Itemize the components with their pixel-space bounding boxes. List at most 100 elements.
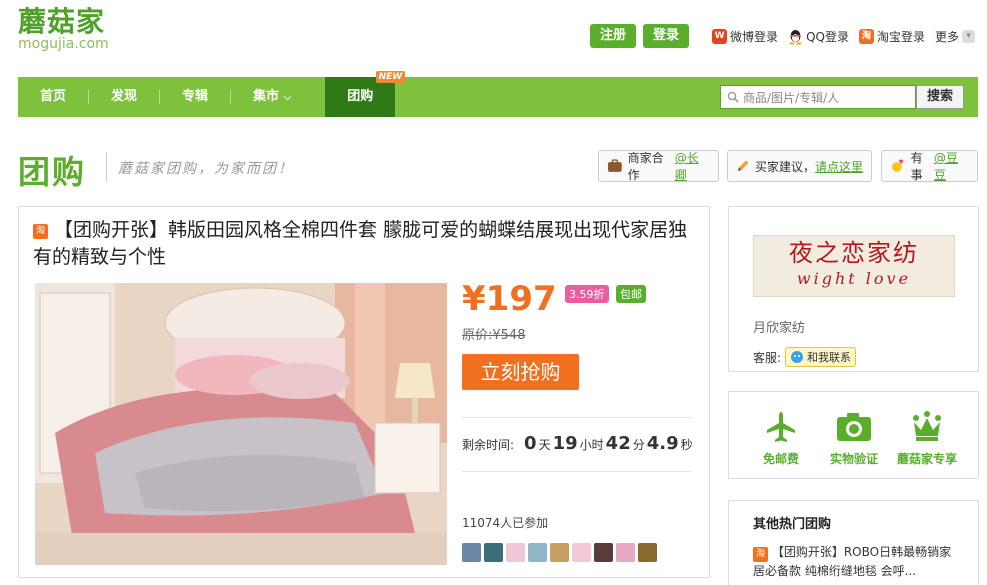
avatar[interactable] — [550, 543, 569, 562]
nav-item-groupbuy-label: 团购 — [347, 89, 374, 104]
heart-icon — [891, 159, 904, 172]
merchant-contact-link[interactable]: @长卿 — [675, 149, 710, 183]
countdown-hours: 19 — [552, 433, 578, 454]
contact-person-link[interactable]: @豆豆 — [934, 149, 969, 183]
qq-icon — [789, 29, 802, 45]
deal-price: ¥197 — [462, 279, 557, 319]
title-divider — [106, 152, 107, 182]
original-price: 原价:¥548 — [462, 328, 526, 343]
countdown-days-unit: 天 — [538, 438, 551, 452]
countdown-days: 0 — [524, 433, 537, 454]
contact-label: 有事 — [910, 151, 923, 182]
shop-logo-cn: 夜之恋家纺 — [789, 239, 919, 267]
chevron-down-icon: ⌵ — [283, 92, 292, 103]
participant-avatars — [462, 543, 657, 562]
social-login-links: W 微博登录 QQ登录 淘 淘宝登录 更多 ▾ — [712, 28, 975, 45]
weibo-login-link[interactable]: W 微博登录 — [712, 28, 778, 45]
service-label: 客服: — [753, 350, 782, 365]
countdown: 剩余时间: 0 天 19 小时 42 分 4.9 秒 — [462, 433, 693, 454]
buy-now-button[interactable]: 立刻抢购 — [462, 354, 579, 390]
avatar[interactable] — [572, 543, 591, 562]
countdown-minutes: 42 — [605, 433, 631, 454]
taobao-icon: 淘 — [858, 29, 874, 44]
countdown-minutes-unit: 分 — [632, 438, 645, 452]
countdown-seconds-unit: 秒 — [680, 438, 693, 452]
taobao-login-link[interactable]: 淘 淘宝登录 — [858, 28, 925, 45]
shop-logo[interactable]: 夜之恋家纺 wight love — [753, 235, 955, 297]
deal-title-text: 【团购开张】韩版田园风格全棉四件套 朦胧可爱的蝴蝶结展现出现代家居独有的精致与个… — [33, 219, 688, 268]
customer-service: 客服: 和我联系 — [753, 347, 857, 367]
shop-panel: 夜之恋家纺 wight love 月欣家纺 客服: 和我联系 — [728, 206, 979, 372]
nav-item-market-label: 集市 — [253, 89, 280, 104]
avatar[interactable] — [484, 543, 503, 562]
divider — [462, 417, 692, 418]
avatar[interactable] — [528, 543, 547, 562]
countdown-seconds: 4.9 — [646, 433, 679, 454]
shop-logo-en: wight love — [796, 269, 912, 288]
suggestion-click-link[interactable]: 请点这里 — [815, 158, 863, 175]
logo-domain: mogujia.com — [18, 36, 109, 52]
avatar[interactable] — [506, 543, 525, 562]
weibo-login-label: 微博登录 — [730, 30, 779, 44]
merchant-label: 商家合作 — [627, 151, 664, 182]
avatar[interactable] — [616, 543, 635, 562]
crown-icon — [913, 411, 941, 441]
chevron-down-icon: ▾ — [962, 30, 975, 43]
search-bar: 商品/图片/专辑/人 搜索 — [719, 85, 964, 109]
qq-login-label: QQ登录 — [806, 30, 849, 44]
page-title: 团购 — [18, 153, 87, 191]
nav-item-discover[interactable]: 发现 — [89, 77, 159, 117]
taobao-login-label: 淘宝登录 — [876, 30, 925, 44]
nav-item-market[interactable]: 集市 ⌵ — [231, 77, 313, 117]
feature-free-shipping-label: 免邮费 — [762, 452, 799, 466]
avatar[interactable] — [462, 543, 481, 562]
contact-me-label: 和我联系 — [807, 351, 852, 364]
countdown-hours-unit: 小时 — [579, 438, 604, 452]
contact-link[interactable]: 有事 @豆豆 — [881, 150, 978, 182]
weibo-icon: W — [712, 29, 728, 44]
search-placeholder: 商品/图片/专辑/人 — [742, 90, 840, 105]
taobao-icon: 淘 — [33, 224, 48, 239]
merchant-cooperation-link[interactable]: 商家合作 @长卿 — [598, 150, 719, 182]
site-logo[interactable]: 蘑菇家 mogujia.com — [18, 5, 109, 52]
nav-item-home[interactable]: 首页 — [18, 77, 88, 117]
more-dropdown[interactable]: 更多 ▾ — [935, 28, 975, 45]
features-panel: 免邮费 实物验证 蘑菇家专享 — [728, 391, 979, 479]
search-button[interactable]: 搜索 — [915, 85, 964, 109]
hot-deals-heading: 其他热门团购 — [753, 517, 832, 532]
wangwang-icon — [791, 351, 804, 363]
feature-exclusive-label: 蘑菇家专享 — [896, 452, 957, 466]
nav-item-albums[interactable]: 专辑 — [160, 77, 230, 117]
airplane-icon — [767, 412, 795, 442]
logo-text: 蘑菇家 — [18, 5, 106, 38]
deal-title[interactable]: 淘 【团购开张】韩版田园风格全棉四件套 朦胧可爱的蝴蝶结展现出现代家居独有的精致… — [33, 217, 693, 271]
suggestion-label: 买家建议， — [755, 159, 816, 174]
avatar[interactable] — [594, 543, 613, 562]
briefcase-icon — [607, 159, 622, 172]
discount-badge: 3.59折 — [565, 285, 609, 303]
nav-item-groupbuy[interactable]: 团购 NEW — [325, 71, 406, 117]
search-icon — [727, 91, 739, 103]
pencil-icon — [738, 160, 749, 171]
feature-exclusive: 蘑菇家专享 — [887, 410, 967, 467]
hot-deals-panel: 其他热门团购 淘 【团购开张】ROBO日韩最畅销家居必备款 纯棉绗缝地毯 会呼.… — [728, 500, 979, 585]
bedding-photo — [35, 283, 447, 565]
hot-deal-item[interactable]: 淘 【团购开张】ROBO日韩最畅销家居必备款 纯棉绗缝地毯 会呼... — [753, 543, 963, 580]
register-button[interactable]: 注册 — [590, 24, 637, 48]
countdown-label: 剩余时间: — [462, 438, 515, 452]
qq-login-link[interactable]: QQ登录 — [788, 28, 849, 45]
participant-count: 11074人已参加 — [462, 516, 549, 530]
new-badge: NEW — [375, 71, 406, 83]
avatar[interactable] — [638, 543, 657, 562]
contact-me-button[interactable]: 和我联系 — [785, 347, 857, 367]
search-input[interactable]: 商品/图片/专辑/人 — [719, 85, 916, 109]
feature-verified-label: 实物验证 — [829, 452, 878, 466]
page-slogan: 蘑菇家团购，为家而团！ — [118, 161, 294, 177]
free-shipping-badge: 包邮 — [616, 285, 646, 303]
buyer-suggestion-link[interactable]: 买家建议， 请点这里 — [727, 150, 872, 182]
feature-free-shipping: 免邮费 — [741, 410, 821, 467]
shop-name[interactable]: 月欣家纺 — [753, 317, 805, 336]
login-button[interactable]: 登录 — [643, 24, 690, 48]
taobao-icon: 淘 — [753, 547, 768, 562]
product-image[interactable] — [35, 283, 447, 565]
